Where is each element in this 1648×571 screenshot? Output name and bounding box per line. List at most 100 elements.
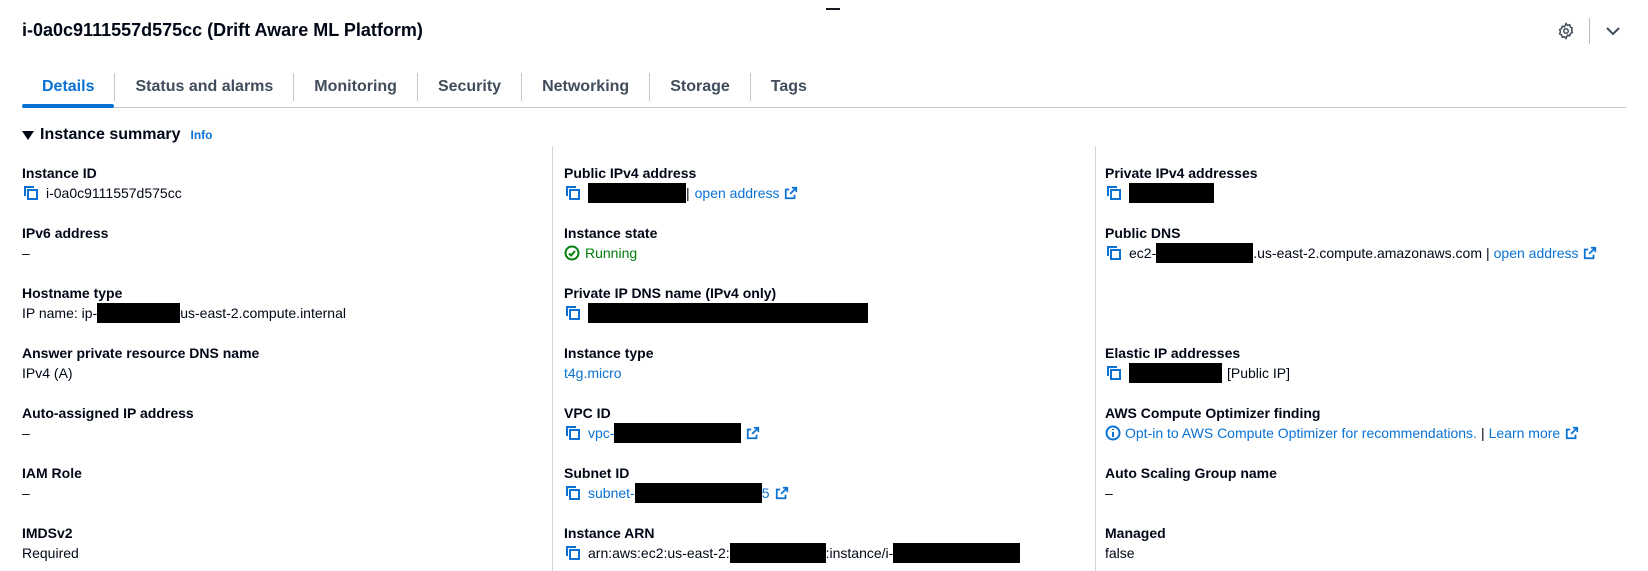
page-title: i-0a0c9111557d575cc (Drift Aware ML Plat… [22,19,423,40]
tab-monitoring[interactable]: Monitoring [294,66,417,107]
header-divider [1589,18,1590,44]
field-instance-type: Instance type t4g.micro [564,344,653,383]
optimizer-opt-in-link[interactable]: Opt-in to AWS Compute Optimizer for reco… [1125,423,1477,443]
instance-id-value: i-0a0c9111557d575cc [46,185,182,201]
running-status: Running [564,243,637,263]
external-link-icon[interactable] [745,425,761,441]
redacted-block [1129,363,1222,383]
field-label: Instance state [564,225,658,241]
field-private-ipv4: Private IPv4 addresses [1105,164,1258,203]
column-divider [1095,146,1096,571]
instance-summary-header: Instance summary Info [22,126,213,144]
page-header: i-0a0c9111557d575cc (Drift Aware ML Plat… [22,18,423,42]
pipe-separator: | [1486,245,1490,261]
field-answer-dns: Answer private resource DNS name IPv4 (A… [22,344,259,383]
info-link[interactable]: Info [191,128,213,142]
field-instance-id: Instance ID i-0a0c9111557d575cc [22,164,182,203]
tab-storage[interactable]: Storage [650,66,750,107]
field-label: AWS Compute Optimizer finding [1105,405,1321,421]
field-imdsv2: IMDSv2 Required [22,524,79,563]
field-label: Instance ARN [564,525,655,541]
tab-networking[interactable]: Networking [522,66,649,107]
field-label: Instance type [564,345,654,361]
field-label: VPC ID [564,405,611,421]
copy-icon[interactable] [564,544,582,562]
field-managed: Managed false [1105,524,1166,563]
window-handle [826,8,840,10]
chevron-down-icon [1606,27,1620,36]
redacted-block [634,483,762,503]
field-label: Elastic IP addresses [1105,345,1241,361]
instance-type-link[interactable]: t4g.micro [564,363,622,383]
field-instance-arn: Instance ARN arn:aws:ec2:us-east-2: :ins… [564,524,1021,563]
field-public-ipv4: Public IPv4 address | open address [564,164,799,203]
info-circle-icon [1105,425,1121,441]
field-subnet-id: Subnet ID subnet- 5 [564,464,790,503]
field-label: Public DNS [1105,225,1181,241]
copy-icon[interactable] [564,184,582,202]
tab-details[interactable]: Details [22,66,115,108]
subnet-id-suffix[interactable]: 5 [762,483,770,503]
redacted-block [1129,183,1214,203]
field-label: Managed [1105,525,1166,541]
field-instance-state: Instance state Running [564,224,657,263]
redacted-block [1156,243,1254,263]
public-dns-prefix: ec2- [1129,245,1157,261]
field-label: Hostname type [22,285,123,301]
field-auto-scaling-group: Auto Scaling Group name – [1105,464,1277,503]
field-public-dns: Public DNS ec2- .us-east-2.compute.amazo… [1105,224,1598,263]
state-value: Running [585,245,638,261]
open-address-link[interactable]: open address [695,183,780,203]
open-address-link[interactable]: open address [1494,243,1579,263]
hostname-prefix: IP name: ip- [22,305,98,321]
gear-icon [1558,22,1574,40]
field-compute-optimizer: AWS Compute Optimizer finding Opt-in to … [1105,404,1580,443]
tab-status-and-alarms[interactable]: Status and alarms [115,66,293,107]
redacted-block [97,303,181,323]
field-label: Auto Scaling Group name [1105,465,1277,481]
copy-icon[interactable] [22,184,40,202]
field-label: Public IPv4 address [564,165,697,181]
iam-role-value: – [22,485,30,501]
ipv6-value: – [22,245,30,261]
asg-value: – [1105,485,1113,501]
pipe-separator: | [1480,425,1485,441]
collapse-button[interactable] [1600,18,1626,44]
vpc-id-link[interactable]: vpc- [588,423,614,443]
check-circle-icon [564,245,580,261]
copy-icon[interactable] [564,304,582,322]
tab-bar: Details Status and alarms Monitoring Sec… [22,66,1626,108]
external-link-icon[interactable] [1582,245,1598,261]
pipe-separator: | [686,185,690,201]
field-label: IPv6 address [22,225,109,241]
copy-icon[interactable] [1105,244,1123,262]
field-label: Auto-assigned IP address [22,405,194,421]
learn-more-link[interactable]: Learn more [1489,423,1561,443]
external-link-icon[interactable] [774,485,790,501]
tab-security[interactable]: Security [418,66,521,107]
section-title[interactable]: Instance summary [40,126,181,144]
external-link-icon[interactable] [1564,425,1580,441]
tab-tags[interactable]: Tags [751,66,827,107]
column-divider [552,146,553,571]
field-iam-role: IAM Role – [22,464,82,503]
field-private-dns: Private IP DNS name (IPv4 only) [564,284,868,323]
redacted-block [614,423,742,443]
redacted-block [729,543,826,563]
copy-icon[interactable] [1105,364,1123,382]
field-label: Answer private resource DNS name [22,345,260,361]
subnet-id-link[interactable]: subnet- [588,483,635,503]
copy-icon[interactable] [564,424,582,442]
field-label: IMDSv2 [22,525,73,541]
external-link-icon[interactable] [783,185,799,201]
field-ipv6: IPv6 address – [22,224,108,263]
redacted-block [893,543,1021,563]
arn-prefix: arn:aws:ec2:us-east-2: [588,545,730,561]
managed-value: false [1105,545,1135,561]
copy-icon[interactable] [1105,184,1123,202]
copy-icon[interactable] [564,484,582,502]
caret-down-icon[interactable] [22,130,34,140]
settings-button[interactable] [1553,18,1579,44]
elastic-ip-suffix: [Public IP] [1227,365,1291,381]
field-label: Private IPv4 addresses [1105,165,1258,181]
